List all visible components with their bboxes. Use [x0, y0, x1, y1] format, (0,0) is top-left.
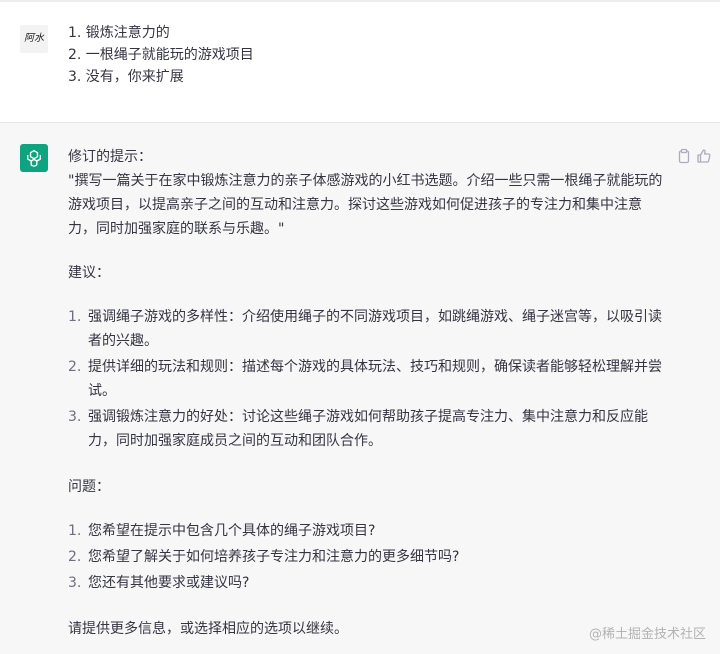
list-item-text: 提供详细的玩法和规则：描述每个游戏的具体玩法、技巧和规则，确保读者能够轻松理解并…: [88, 359, 662, 399]
openai-logo-icon: [20, 144, 48, 172]
watermark: @稀土掘金技术社区: [588, 627, 706, 642]
user-message-text: 1. 锻炼注意力的 2. 一根绳子就能玩的游戏项目 3. 没有，你来扩展: [68, 22, 254, 88]
list-item: 3. 您还有其他要求或建议吗?: [68, 571, 668, 595]
list-item: 2. 您希望了解关于如何培养孩子专注力和注意力的更多细节吗?: [68, 545, 668, 569]
list-item: 1. 强调绳子游戏的多样性：介绍使用绳子的不同游戏项目，如跳绳游戏、绳子迷宫等，…: [68, 305, 668, 353]
user-line: 2. 一根绳子就能玩的游戏项目: [68, 47, 254, 63]
list-item: 1. 您希望在提示中包含几个具体的绳子游戏项目?: [68, 519, 668, 543]
closing-text: 请提供更多信息，或选择相应的选项以继续。: [68, 621, 348, 637]
list-item-text: 强调锻炼注意力的好处：讨论这些绳子游戏如何帮助孩子提高专注力、集中注意力和反应能…: [88, 409, 648, 449]
list-number: 1.: [68, 309, 82, 325]
list-item-text: 您希望了解关于如何培养孩子专注力和注意力的更多细节吗?: [88, 549, 460, 565]
list-number: 3.: [68, 575, 82, 591]
user-message: 阿水 1. 锻炼注意力的 2. 一根绳子就能玩的游戏项目 3. 没有，你来扩展: [0, 2, 720, 123]
list-number: 3.: [68, 409, 82, 425]
revised-prompt-label: 修订的提示：: [68, 149, 152, 165]
user-line: 1. 锻炼注意力的: [68, 25, 170, 41]
list-number: 2.: [68, 549, 82, 565]
questions-list: 1. 您希望在提示中包含几个具体的绳子游戏项目? 2. 您希望了解关于如何培养孩…: [68, 519, 668, 595]
list-item-text: 您还有其他要求或建议吗?: [88, 575, 250, 591]
copy-icon[interactable]: [676, 148, 692, 164]
list-number: 1.: [68, 523, 82, 539]
message-actions: [676, 148, 712, 164]
list-item: 2. 提供详细的玩法和规则：描述每个游戏的具体玩法、技巧和规则，确保读者能够轻松…: [68, 355, 668, 403]
list-item-text: 您希望在提示中包含几个具体的绳子游戏项目?: [88, 523, 376, 539]
user-avatar: 阿水: [20, 25, 48, 53]
assistant-message-text: 修订的提示： "撰写一篇关于在家中锻炼注意力的亲子体感游戏的小红书选题。介绍一些…: [68, 145, 668, 641]
suggestions-list: 1. 强调绳子游戏的多样性：介绍使用绳子的不同游戏项目，如跳绳游戏、绳子迷宫等，…: [68, 305, 668, 453]
revised-prompt-text: "撰写一篇关于在家中锻炼注意力的亲子体感游戏的小红书选题。介绍一些只需一根绳子就…: [68, 173, 663, 237]
user-line: 3. 没有，你来扩展: [68, 69, 184, 85]
assistant-message: 修订的提示： "撰写一篇关于在家中锻炼注意力的亲子体感游戏的小红书选题。介绍一些…: [0, 123, 720, 654]
list-item: 3. 强调锻炼注意力的好处：讨论这些绳子游戏如何帮助孩子提高专注力、集中注意力和…: [68, 405, 668, 453]
questions-label: 问题：: [68, 479, 110, 495]
suggestions-label: 建议：: [68, 265, 110, 281]
thumbs-up-icon[interactable]: [696, 148, 712, 164]
list-number: 2.: [68, 359, 82, 375]
list-item-text: 强调绳子游戏的多样性：介绍使用绳子的不同游戏项目，如跳绳游戏、绳子迷宫等，以吸引…: [88, 309, 662, 349]
